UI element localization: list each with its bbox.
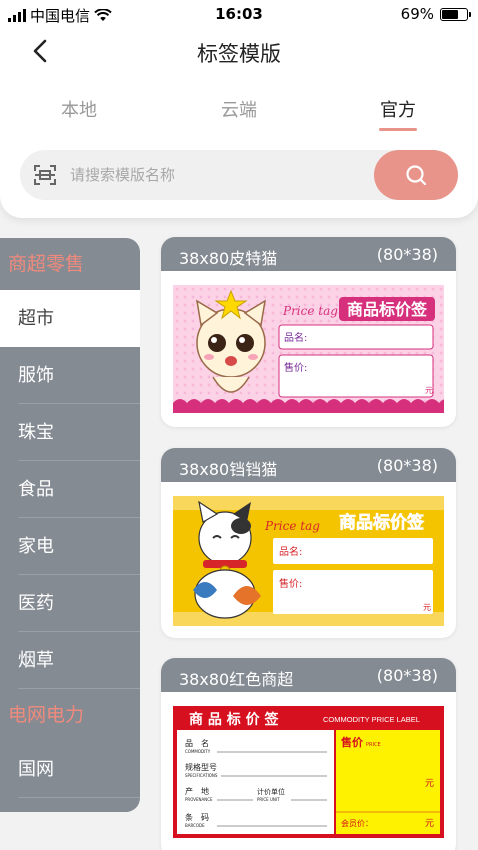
label-row-unit: 计价单位	[257, 787, 285, 796]
label-row-origin: 产 地	[185, 786, 209, 796]
template-page: 中国电信 16:03 69% 标签模版 本地 云端 官方 商	[0, 0, 478, 850]
label-field-price: 售价:	[279, 577, 302, 590]
page-title: 标签模版	[197, 42, 281, 66]
label-member-unit: 元	[425, 819, 434, 829]
label-field-name: 品名:	[284, 331, 307, 344]
label-row-name: 品 名	[185, 738, 209, 748]
sidebar-item-supermarket[interactable]: 超市	[0, 290, 140, 347]
label-title: 商品标价签	[339, 512, 425, 533]
battery-icon	[440, 7, 471, 21]
sidebar-group-retail: 商超零售	[8, 253, 85, 275]
sidebar-item-tobacco[interactable]: 烟草	[18, 632, 140, 689]
search-input[interactable]	[70, 163, 360, 187]
category-sidebar: 商超零售 超市 服饰 珠宝 食品 家电 医药 烟草 电网电力 国网	[0, 238, 140, 812]
sidebar-item-jewelry[interactable]: 珠宝	[18, 404, 140, 461]
sidebar-item-pharmacy[interactable]: 医药	[18, 575, 140, 632]
template-preview-red-label: 商 品 标 价 签 COMMODITY PRICE LABEL 品 名 COMM…	[173, 706, 444, 838]
label-price-en: PRICE	[366, 742, 381, 748]
search-bar	[20, 150, 458, 200]
tab-official-label: 官方	[380, 100, 416, 121]
template-preview-lucky-cat: Price tag 商品标价签 品名: 售价: 元	[173, 496, 444, 626]
template-name: 38x80红色商超	[179, 670, 294, 689]
sidebar-group-power-grid: 电网电力	[8, 704, 85, 726]
price-tag-script: Price tag	[264, 519, 320, 533]
template-name: 38x80皮特猫	[179, 249, 278, 268]
tab-cloud-label: 云端	[221, 100, 257, 121]
status-bar: 中国电信 16:03 69%	[0, 0, 478, 28]
template-card[interactable]: 38x80皮特猫 (80*38) Price tag 商品标价签 品名: 售价:…	[161, 237, 456, 427]
label-title-en: COMMODITY PRICE LABEL	[323, 715, 420, 724]
template-preview-pink-cat: Price tag 商品标价签 品名: 售价: 元	[173, 285, 444, 413]
label-row-barcode: 条 码	[185, 812, 209, 822]
tab-cloud[interactable]: 云端	[189, 96, 289, 122]
template-card[interactable]: 38x80红色商超 (80*38) 商 品 标 价 签 COMMODITY PR…	[161, 658, 456, 850]
card-header: 38x80铛铛猫 (80*38)	[161, 448, 456, 482]
label-row-unit-en: PRICE UNIT	[257, 797, 280, 802]
label-title: 商 品 标 价 签	[189, 711, 279, 728]
search-button[interactable]	[374, 150, 458, 200]
label-row-spec: 规格型号	[185, 762, 217, 772]
tab-local-label: 本地	[61, 100, 97, 121]
label-row-spec-en: SPECIFICATIONS	[185, 773, 218, 778]
label-title: 商品标价签	[347, 300, 428, 319]
label-unit: 元	[423, 603, 431, 612]
template-name: 38x80铛铛猫	[179, 460, 278, 479]
label-member-price: 会员价：	[341, 818, 373, 828]
label-price: 售价	[340, 735, 364, 749]
card-header: 38x80皮特猫 (80*38)	[161, 237, 456, 271]
source-tabs: 本地 云端 官方	[0, 96, 478, 131]
template-card[interactable]: 38x80铛铛猫 (80*38) Price tag 商品标价签 品名: 售价:…	[161, 448, 456, 638]
label-field-price: 售价:	[284, 361, 307, 374]
price-tag-script: Price tag	[282, 304, 338, 318]
label-row-name-en: COMMODITY	[185, 749, 211, 754]
template-size: (80*38)	[376, 666, 438, 685]
header-panel: 中国电信 16:03 69% 标签模版 本地 云端 官方	[0, 0, 478, 218]
battery-percent: 69%	[400, 5, 434, 23]
card-header: 38x80红色商超 (80*38)	[161, 658, 456, 692]
label-field-name: 品名:	[279, 545, 302, 558]
label-row-barcode-en: BARCODE	[185, 823, 205, 828]
nav-bar: 标签模版	[0, 30, 478, 74]
tab-local[interactable]: 本地	[29, 96, 129, 122]
sidebar-item-food[interactable]: 食品	[18, 461, 140, 518]
template-size: (80*38)	[376, 456, 438, 475]
label-price-unit: 元	[425, 779, 434, 789]
tab-official[interactable]: 官方	[348, 96, 448, 131]
sidebar-item-apparel[interactable]: 服饰	[18, 347, 140, 404]
template-size: (80*38)	[376, 245, 438, 264]
sidebar-item-appliances[interactable]: 家电	[18, 518, 140, 575]
search-icon	[406, 165, 427, 186]
sidebar-item-state-grid[interactable]: 国网	[18, 741, 140, 798]
scan-icon[interactable]	[34, 165, 56, 185]
active-tab-indicator	[379, 128, 417, 131]
label-unit: 元	[425, 386, 433, 395]
label-row-origin-en: PROVENANCE	[185, 797, 213, 802]
